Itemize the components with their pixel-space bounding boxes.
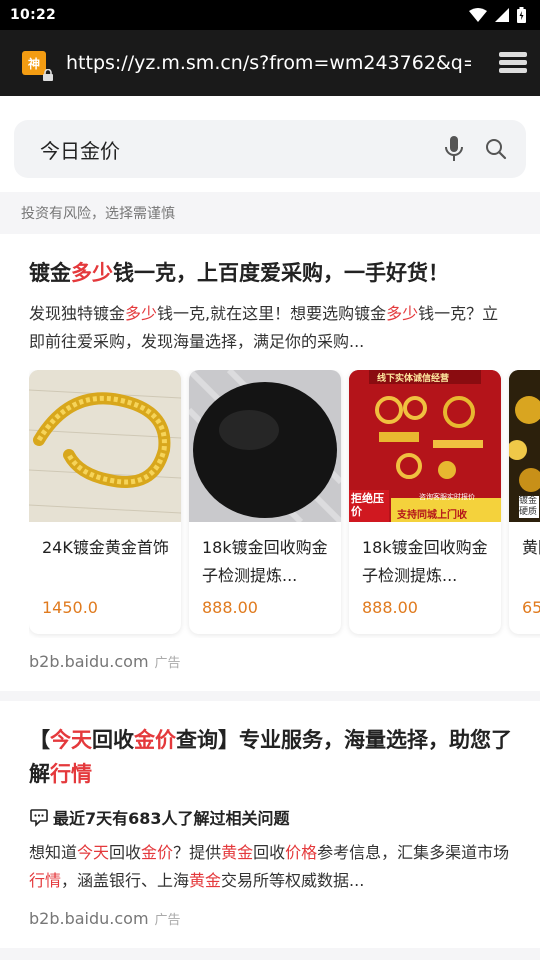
image-text-top: 线下实体诚信经营 <box>377 374 450 384</box>
ad2-source[interactable]: b2b.baidu.com 广告 <box>29 909 540 928</box>
desc-text: ，涵盖银行、上海 <box>61 871 190 890</box>
status-bar: 10:22 <box>0 0 540 30</box>
qa-text: 最近7天有683人了解过相关问题 <box>53 809 290 828</box>
chat-bubble-icon <box>29 807 49 827</box>
ad-card-2[interactable]: 【今天回收金价查询】专业服务，海量选择，助您了解行情 最近7天有683人了解过相… <box>0 701 540 948</box>
desc-highlight: 金价 <box>141 843 174 862</box>
layers-icon <box>499 52 527 73</box>
image-text-bottom: 支持同城上门收 <box>397 510 467 521</box>
desc-text: 发现独特镀金 <box>29 304 126 323</box>
desc-text: 交易所等权威数据... <box>221 871 365 890</box>
url-text[interactable]: https://yz.m.sm.cn/s?from=wm243762&q=%E <box>66 52 471 74</box>
image-text-left: 拒绝压价 <box>351 492 384 518</box>
search-section: 今日金价 <box>0 96 540 192</box>
site-logo-text: 神 <box>27 56 40 71</box>
desc-highlight: 今天 <box>77 843 110 862</box>
product-price: 65 <box>522 598 540 617</box>
ad2-description: 想知道今天回收金价？提供黄金回收价格参考信息，汇集多渠道市场行情，涵盖银行、上海… <box>29 839 540 895</box>
wifi-icon <box>469 8 487 22</box>
product-name: 18k镀金回收购金子检测提炼... <box>362 538 488 585</box>
status-icons <box>469 7 526 23</box>
title-highlight: 行情 <box>50 762 92 786</box>
image-text-small: 咨询客服实时报价 <box>419 493 475 501</box>
desc-text: ？提供 <box>173 843 222 862</box>
battery-icon <box>517 7 526 23</box>
title-text: 镀金 <box>29 261 71 285</box>
desc-highlight: 多少 <box>125 304 158 323</box>
ad1-title[interactable]: 镀金多少钱一克，上百度爱采购，一手好货！ <box>29 256 540 290</box>
ad1-description: 发现独特镀金多少钱一克,就在这里！想要选购镀金多少钱一克？立即前往爱采购，发现海… <box>29 300 540 356</box>
product-image-powder <box>189 370 341 522</box>
product-price: 1450.0 <box>42 598 98 617</box>
desc-text: 钱一克,就在这里！想要选购镀金 <box>157 304 387 323</box>
title-highlight: 今天 <box>50 728 92 752</box>
desc-highlight: 行情 <box>29 871 62 890</box>
product-price: 888.00 <box>202 598 258 617</box>
desc-highlight: 价格 <box>285 843 318 862</box>
desc-highlight: 黄金 <box>221 843 254 862</box>
title-text: 回收 <box>92 728 134 752</box>
title-highlight: 金价 <box>134 728 176 752</box>
source-domain[interactable]: b2b.baidu.com <box>29 909 149 928</box>
url-bar[interactable]: 神 https://yz.m.sm.cn/s?from=wm243762&q=%… <box>0 30 540 96</box>
product-name: 24K镀金黄金首饰 <box>42 538 169 557</box>
product-name: 黄回 <box>522 538 540 557</box>
source-domain[interactable]: b2b.baidu.com <box>29 652 149 671</box>
search-input[interactable]: 今日金价 <box>40 135 426 164</box>
product-image-gold-nuggets: 镀金硬质 <box>509 370 540 522</box>
site-logo: 神 <box>22 51 53 81</box>
signal-icon <box>495 8 509 22</box>
card-divider <box>0 691 540 701</box>
ad1-source[interactable]: b2b.baidu.com 广告 <box>29 652 540 671</box>
product-image-bracelet <box>29 370 181 522</box>
search-icon[interactable] <box>482 135 510 163</box>
lock-icon <box>43 69 53 81</box>
title-text: 【 <box>29 728 50 752</box>
product-card[interactable]: 线下实体诚信经营 拒绝压价 咨询客服实时报价 支持同城上门收 18k镀金回收购金… <box>349 370 501 634</box>
risk-notice: 投资有风险，选择需谨慎 <box>0 192 540 234</box>
desc-text: 想知道 <box>29 843 78 862</box>
product-image-gold-jewelry: 线下实体诚信经营 拒绝压价 咨询客服实时报价 支持同城上门收 <box>349 370 501 522</box>
tabs-menu-button[interactable] <box>496 48 530 78</box>
desc-highlight: 多少 <box>386 304 419 323</box>
ad2-title[interactable]: 【今天回收金价查询】专业服务，海量选择，助您了解行情 <box>29 723 540 791</box>
desc-text: 回收 <box>109 843 142 862</box>
desc-highlight: 黄金 <box>189 871 222 890</box>
ad2-qa-hint: 最近7天有683人了解过相关问题 <box>29 805 540 829</box>
product-price: 888.00 <box>362 598 418 617</box>
status-time: 10:22 <box>10 7 57 23</box>
desc-text: 回收 <box>253 843 286 862</box>
product-card[interactable]: 18k镀金回收购金子检测提炼... 888.00 <box>189 370 341 634</box>
title-highlight: 多少 <box>71 261 113 285</box>
ad-card-1[interactable]: 镀金多少钱一克，上百度爱采购，一手好货！ 发现独特镀金多少钱一克,就在这里！想要… <box>0 234 540 691</box>
product-card[interactable]: 镀金硬质 黄回 65 <box>509 370 540 634</box>
title-text: 钱一克，上百度爱采购，一手好货！ <box>113 261 449 285</box>
search-box[interactable]: 今日金价 <box>14 120 526 178</box>
product-name: 18k镀金回收购金子检测提炼... <box>202 538 328 585</box>
ad-label: 广告 <box>154 656 181 671</box>
desc-text: 参考信息，汇集多渠道市场 <box>317 843 510 862</box>
product-carousel[interactable]: 24K镀金黄金首饰 1450.0 18k镀金回收购金子检测提炼... 888.0… <box>29 370 540 638</box>
microphone-icon[interactable] <box>440 135 468 163</box>
image-text: 镀金硬质 <box>519 496 539 518</box>
ad-label: 广告 <box>154 913 181 928</box>
product-card[interactable]: 24K镀金黄金首饰 1450.0 <box>29 370 181 634</box>
